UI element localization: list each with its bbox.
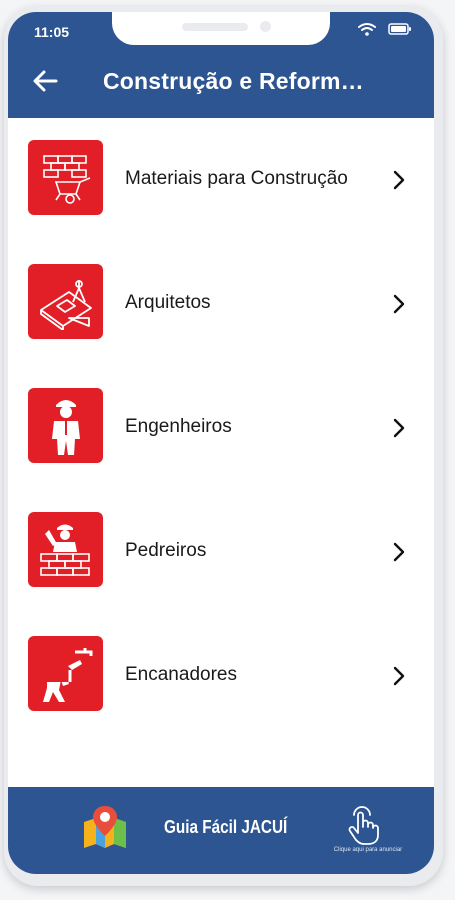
chevron-right-icon	[393, 666, 405, 686]
item-label: Pedreiros	[125, 540, 207, 561]
list-item[interactable]: Arquitetos	[8, 242, 434, 366]
item-label: Materiais para Construção	[125, 168, 348, 189]
chevron-right-icon	[393, 542, 405, 562]
item-label: Arquitetos	[125, 292, 211, 313]
app-screen: 11:05 Construção e Reform… Materiais par…	[8, 12, 434, 874]
battery-icon	[388, 23, 411, 35]
status-time: 11:05	[34, 24, 70, 40]
app-header: 11:05 Construção e Reform…	[8, 12, 434, 118]
list-item[interactable]: Pedreiros	[8, 490, 434, 614]
bricklayer-icon	[28, 512, 103, 587]
chevron-right-icon	[393, 294, 405, 314]
touch-hand-icon[interactable]	[346, 805, 382, 845]
category-list: Materiais para Construção Arquitetos Eng…	[8, 118, 434, 738]
item-label: Engenheiros	[125, 416, 232, 437]
front-camera	[260, 21, 271, 32]
architect-blueprint-icon	[28, 264, 103, 339]
chevron-right-icon	[393, 170, 405, 190]
chevron-right-icon	[393, 418, 405, 438]
page-title: Construção e Reform…	[103, 68, 364, 94]
touch-caption: Clique aqui para anunciar	[333, 847, 403, 853]
list-item[interactable]: Engenheiros	[8, 366, 434, 490]
engineer-icon	[28, 388, 103, 463]
wifi-icon	[358, 23, 376, 36]
back-button[interactable]	[28, 64, 62, 98]
device-notch	[112, 12, 330, 45]
device: 11:05 Construção e Reform… Materiais par…	[0, 0, 455, 900]
arrow-left-icon	[33, 70, 58, 92]
partial-list-item-icon[interactable]	[28, 656, 103, 682]
map-pin-logo-icon	[84, 806, 126, 848]
brand-name: Guia Fácil JACUÍ	[164, 817, 288, 837]
item-label: Encanadores	[125, 664, 237, 685]
speaker-slot	[182, 23, 248, 31]
status-icons	[358, 22, 412, 36]
construction-materials-icon	[28, 140, 103, 215]
bottom-banner[interactable]: Guia Fácil JACUÍ Clique aqui para anunci…	[8, 787, 434, 874]
list-item[interactable]: Materiais para Construção	[8, 118, 434, 242]
